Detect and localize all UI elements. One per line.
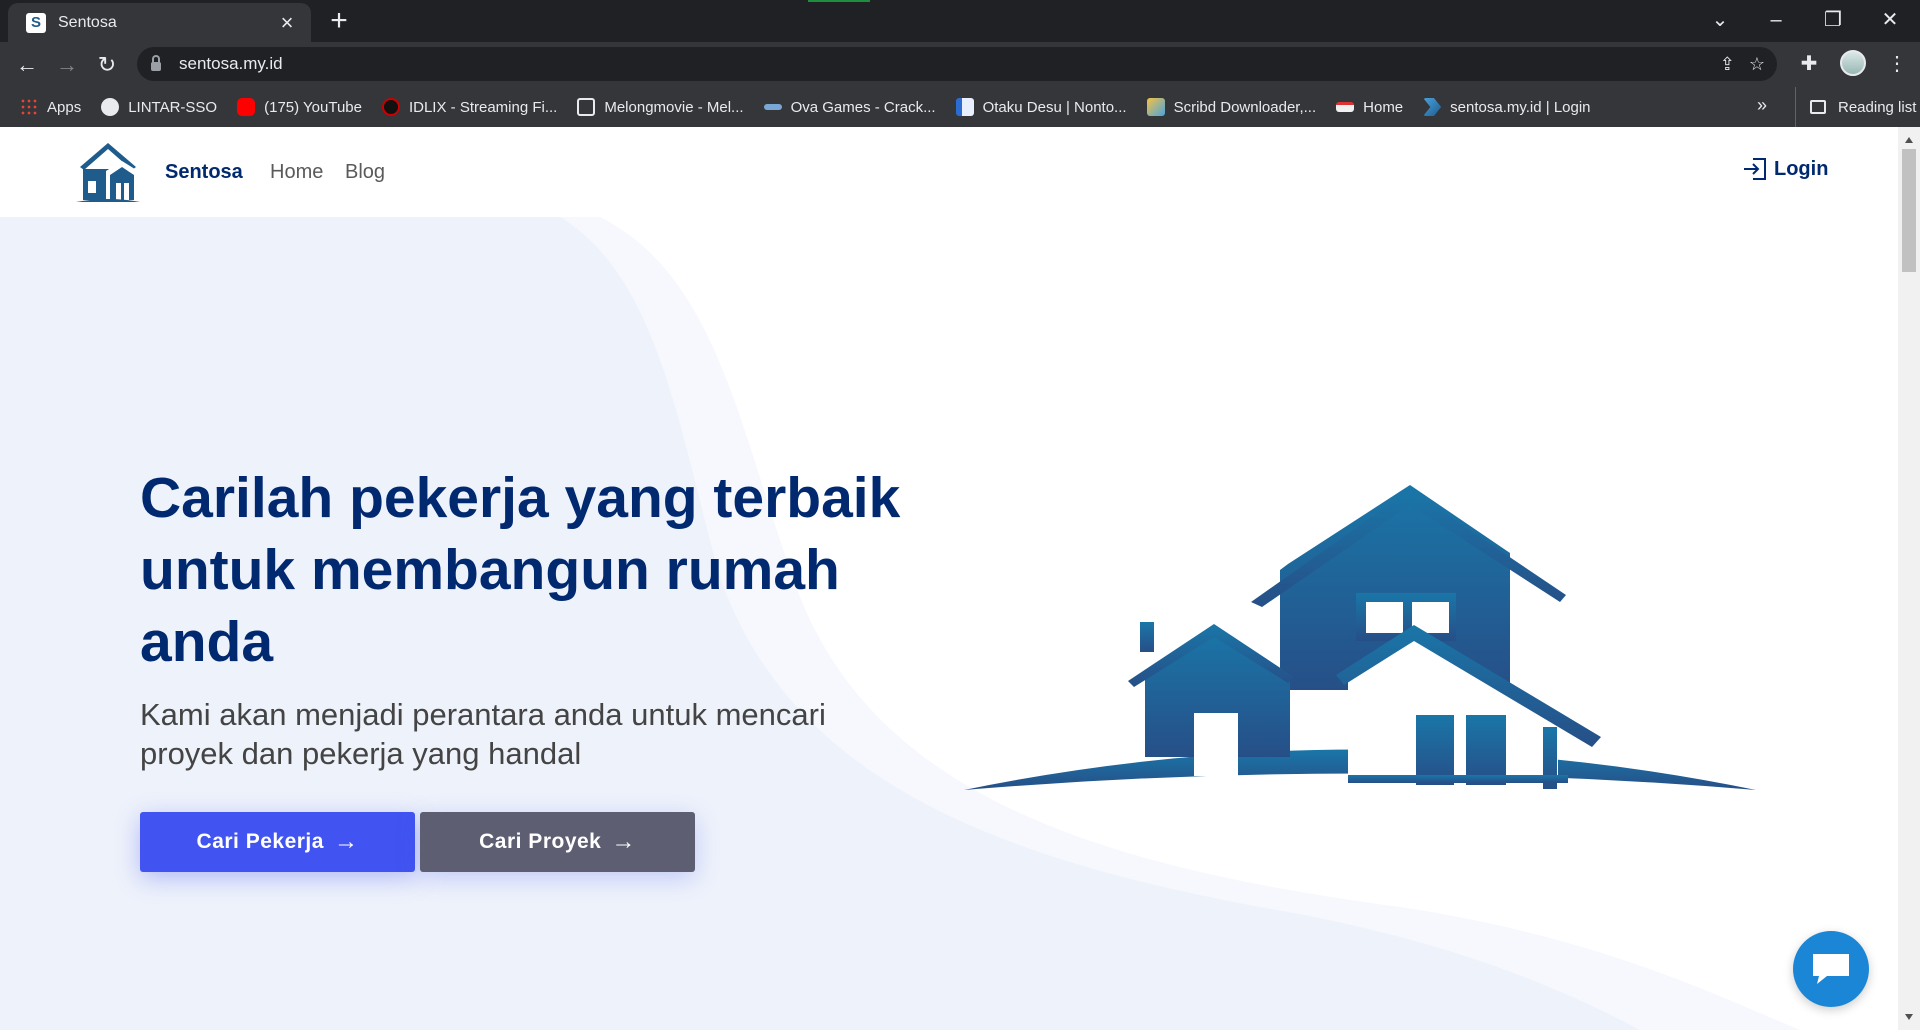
bookmark-lintar-sso[interactable]: LINTAR-SSO bbox=[101, 98, 217, 116]
profile-avatar[interactable] bbox=[1840, 50, 1866, 76]
home-bookmark-icon bbox=[1336, 102, 1355, 112]
bookmark-youtube[interactable]: (175) YouTube bbox=[237, 98, 362, 116]
tab-favicon-icon: S bbox=[26, 12, 46, 33]
bookmark-label: Melongmovie - Mel... bbox=[604, 98, 744, 116]
sentosa-bookmark-icon bbox=[1423, 98, 1442, 116]
bookmark-label: Home bbox=[1363, 98, 1404, 116]
lock-icon[interactable] bbox=[151, 55, 161, 71]
share-icon[interactable]: ⇪ bbox=[1720, 54, 1735, 75]
tab-search-chevron-icon[interactable]: ⌄ bbox=[1700, 4, 1740, 36]
browser-menu-kebab-icon[interactable]: ⋮ bbox=[1884, 51, 1910, 76]
house-illustration bbox=[964, 485, 1756, 790]
scroll-down-arrow-icon[interactable] bbox=[1905, 1014, 1913, 1020]
scribd-icon bbox=[1146, 98, 1165, 116]
brand-name[interactable]: Sentosa bbox=[165, 161, 243, 184]
bookmark-star-icon[interactable]: ☆ bbox=[1749, 54, 1765, 75]
url-text[interactable]: sentosa.my.id bbox=[179, 54, 283, 74]
otakudesu-icon bbox=[955, 98, 974, 116]
tab-title: Sentosa bbox=[58, 13, 117, 31]
new-tab-plus-icon[interactable]: + bbox=[324, 6, 354, 36]
bookmark-label: Apps bbox=[47, 98, 82, 116]
arrow-right-icon: → bbox=[333, 828, 359, 855]
nav-home-link[interactable]: Home bbox=[270, 161, 323, 184]
extensions-puzzle-icon[interactable]: ✚ bbox=[1796, 51, 1822, 76]
bookmark-scribd[interactable]: Scribd Downloader,... bbox=[1146, 98, 1317, 116]
hero-title: Carilah pekerja yang terbaik untuk memba… bbox=[140, 466, 901, 674]
reading-list-icon bbox=[1810, 100, 1826, 114]
globe-icon bbox=[101, 98, 120, 116]
scrollbar-thumb[interactable] bbox=[1902, 149, 1916, 272]
address-toolbar: ← → ↻ sentosa.my.id ⇪ ☆ ✚ ⋮ bbox=[0, 42, 1920, 87]
forward-arrow-icon[interactable]: → bbox=[52, 50, 82, 80]
bookmark-label: (175) YouTube bbox=[264, 98, 362, 116]
bookmark-sentosa-login[interactable]: sentosa.my.id | Login bbox=[1423, 98, 1591, 116]
find-workers-button[interactable]: Cari Pekerja → bbox=[140, 812, 415, 872]
bookmark-label: IDLIX - Streaming Fi... bbox=[408, 98, 558, 116]
melongmovie-icon bbox=[577, 98, 596, 116]
idlix-icon bbox=[381, 98, 400, 116]
find-projects-button[interactable]: Cari Proyek → bbox=[420, 812, 695, 872]
scroll-up-arrow-icon[interactable] bbox=[1905, 137, 1913, 143]
bookmark-melongmovie[interactable]: Melongmovie - Mel... bbox=[577, 98, 744, 116]
find-workers-label: Cari Pekerja bbox=[196, 830, 324, 853]
bookmark-label: Otaku Desu | Nonto... bbox=[982, 98, 1127, 116]
login-label: Login bbox=[1774, 157, 1829, 180]
hero-subtitle: Kami akan menjadi perantara anda untuk m… bbox=[140, 697, 826, 771]
browser-tab-bar: S Sentosa × + ⌄ – ❐ ✕ bbox=[0, 0, 1920, 42]
bookmark-apps[interactable]: Apps bbox=[20, 98, 81, 116]
bookmark-label: LINTAR-SSO bbox=[128, 98, 218, 116]
page-scrollbar[interactable] bbox=[1898, 127, 1920, 1030]
bookmark-idlix[interactable]: IDLIX - Streaming Fi... bbox=[381, 98, 558, 116]
bookmark-label: Ova Games - Crack... bbox=[790, 98, 936, 116]
bookmarks-bar: Apps LINTAR-SSO (175) YouTube IDLIX - St… bbox=[0, 87, 1920, 127]
tab-close-icon[interactable]: × bbox=[275, 10, 299, 36]
apps-grid-icon bbox=[20, 98, 38, 116]
restore-window-icon[interactable]: ❐ bbox=[1813, 4, 1853, 36]
page-viewport: Sentosa Home Blog Login Carilah pekerja … bbox=[0, 127, 1898, 1030]
nav-blog-link[interactable]: Blog bbox=[345, 161, 385, 184]
bookmark-ovagames[interactable]: Ova Games - Crack... bbox=[763, 98, 936, 116]
arrow-right-icon: → bbox=[611, 828, 636, 855]
bookmark-label: sentosa.my.id | Login bbox=[1450, 98, 1591, 116]
login-enter-icon bbox=[1744, 158, 1766, 180]
youtube-icon bbox=[237, 98, 256, 116]
bookmark-label: Scribd Downloader,... bbox=[1173, 98, 1317, 116]
tab-strip-indicator bbox=[808, 0, 870, 2]
bookmark-otakudesu[interactable]: Otaku Desu | Nonto... bbox=[955, 98, 1127, 116]
site-header: Sentosa Home Blog Login bbox=[0, 127, 1898, 217]
close-window-icon[interactable]: ✕ bbox=[1870, 4, 1910, 36]
chat-bubble-icon bbox=[1813, 954, 1849, 984]
omnibox[interactable]: sentosa.my.id ⇪ ☆ bbox=[137, 47, 1777, 81]
minimize-window-icon[interactable]: – bbox=[1756, 4, 1796, 36]
reading-list-button[interactable]: Reading list bbox=[1795, 87, 1916, 127]
reading-list-label: Reading list bbox=[1838, 98, 1917, 116]
login-link[interactable]: Login bbox=[1742, 157, 1828, 181]
browser-tab[interactable]: S Sentosa × bbox=[8, 3, 311, 42]
bookmark-home[interactable]: Home bbox=[1336, 99, 1403, 116]
ovagames-icon bbox=[763, 104, 782, 110]
reload-icon[interactable]: ↻ bbox=[92, 50, 122, 80]
live-chat-button[interactable] bbox=[1793, 931, 1869, 1007]
more-bookmarks-chevron-icon[interactable]: » bbox=[1757, 95, 1767, 116]
find-projects-label: Cari Proyek bbox=[479, 830, 602, 853]
sentosa-logo-icon[interactable] bbox=[74, 139, 142, 203]
back-arrow-icon[interactable]: ← bbox=[12, 50, 42, 80]
